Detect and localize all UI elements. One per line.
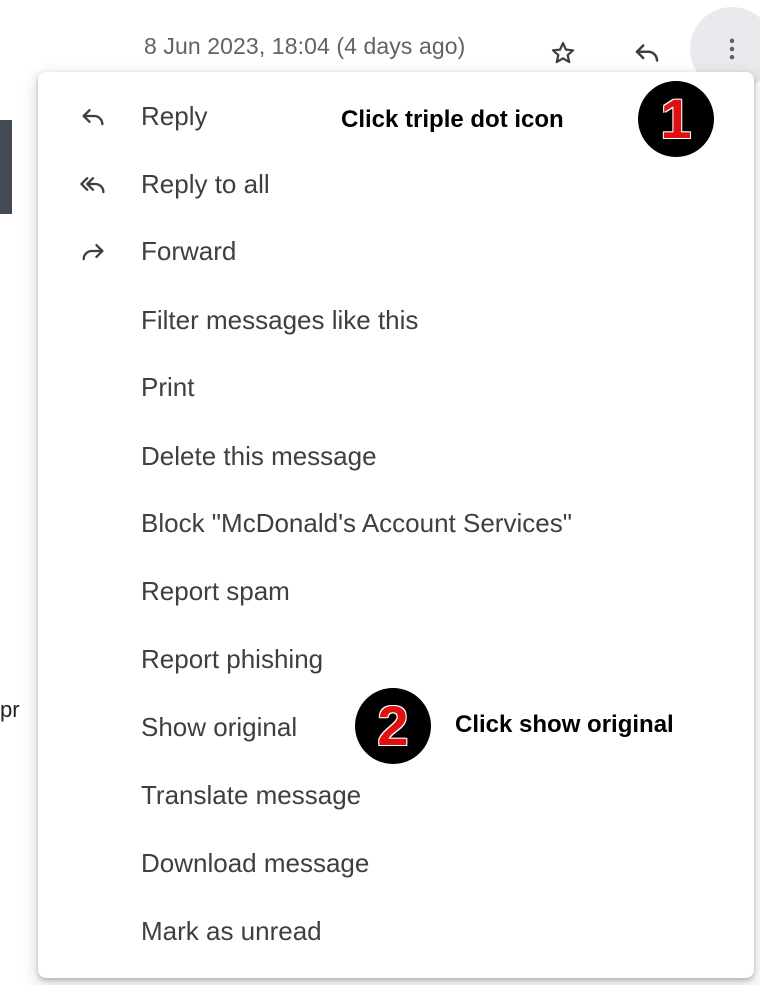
menu-item-label: Filter messages like this <box>141 304 419 335</box>
menu-item-mark-as-unread[interactable]: Mark as unread <box>38 898 754 964</box>
annotation-step1-text: Click triple dot icon <box>341 106 564 133</box>
menu-item-label: Block "McDonald's Account Services" <box>141 507 572 538</box>
background-text-fragment: pr <box>0 697 20 722</box>
reply-all-icon <box>76 167 110 201</box>
menu-item-label: Reply to all <box>141 168 270 199</box>
menu-item-label: Delete this message <box>141 440 377 471</box>
menu-item-label: Translate message <box>141 779 362 810</box>
reply-icon <box>76 99 110 133</box>
menu-item-filter-messages[interactable]: Filter messages like this <box>38 287 754 353</box>
annotation-step1-badge: 1 <box>638 81 714 157</box>
menu-item-block-sender[interactable]: Block "McDonald's Account Services" <box>38 490 754 556</box>
menu-item-label: Print <box>141 371 195 402</box>
menu-item-translate-message[interactable]: Translate message <box>38 762 754 828</box>
annotation-step2-badge: 2 <box>355 688 431 764</box>
menu-item-label: Reply <box>141 100 208 131</box>
annotation-step1-number: 1 <box>660 87 692 150</box>
star-icon[interactable] <box>543 33 583 73</box>
annotation-step2-text: Click show original <box>455 711 674 738</box>
message-date: 8 Jun 2023, 18:04 (4 days ago) <box>144 33 466 59</box>
menu-item-label: Download message <box>141 847 370 878</box>
menu-item-download-message[interactable]: Download message <box>38 830 754 896</box>
annotation-step2-number: 2 <box>377 694 409 757</box>
menu-item-label: Forward <box>141 235 237 266</box>
menu-item-reply-all[interactable]: Reply to all <box>38 151 754 217</box>
menu-item-delete-message[interactable]: Delete this message <box>38 423 754 489</box>
menu-item-label: Mark as unread <box>141 915 322 946</box>
menu-item-print[interactable]: Print <box>38 354 754 420</box>
menu-item-label: Report phishing <box>141 643 324 674</box>
menu-item-forward[interactable]: Forward <box>38 218 754 284</box>
menu-item-report-phishing[interactable]: Report phishing <box>38 626 754 692</box>
menu-item-label: Show original <box>141 711 298 742</box>
background-panel <box>0 120 12 214</box>
message-options-menu: Reply Reply to all Forward Filter messag… <box>38 72 754 978</box>
menu-item-label: Report spam <box>141 575 290 606</box>
menu-item-report-spam[interactable]: Report spam <box>38 558 754 624</box>
forward-icon <box>76 234 110 268</box>
more-vert-icon <box>729 38 735 60</box>
reply-icon[interactable] <box>627 33 667 73</box>
